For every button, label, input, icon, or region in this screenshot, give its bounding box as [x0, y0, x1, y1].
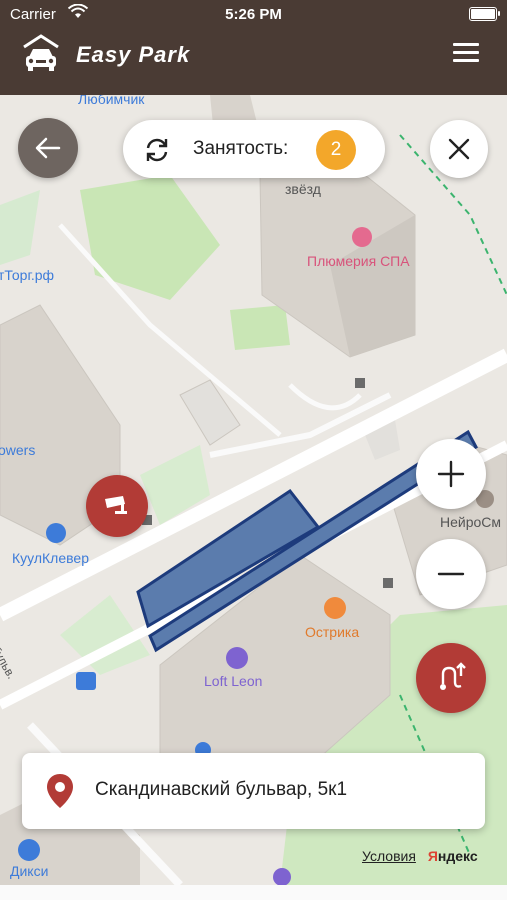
back-button[interactable]: [18, 118, 78, 178]
close-button[interactable]: [430, 120, 488, 178]
address-card[interactable]: Скандинавский бульвар, 5к1: [22, 753, 485, 829]
security-camera-icon: [105, 496, 127, 514]
map-label-zvezd: звёзд: [285, 181, 321, 197]
occupancy-label: Занятость:: [193, 138, 289, 159]
camera-marker[interactable]: [86, 475, 148, 537]
map-label-plumeria[interactable]: Плюмерия СПА: [307, 253, 410, 269]
refresh-icon[interactable]: [143, 136, 171, 169]
conditions-link[interactable]: Условия: [362, 848, 416, 864]
address-text: Скандинавский бульвар, 5к1: [95, 779, 348, 800]
nav-bar: Easy Park: [0, 30, 507, 95]
yandex-logo[interactable]: Яндекс: [428, 848, 478, 864]
app-title: Easy Park: [76, 42, 191, 67]
map-label-neyro[interactable]: НейроСм: [440, 514, 501, 530]
clock: 5:26 PM: [225, 6, 282, 23]
route-icon: [440, 662, 466, 690]
map-footer: Условия Яндекс: [362, 848, 478, 864]
zoom-in-button[interactable]: [416, 439, 486, 509]
map-label-diksi[interactable]: Дикси: [10, 863, 48, 879]
map-label-owers[interactable]: owers: [0, 442, 35, 458]
close-icon: [448, 138, 470, 160]
location-pin-icon: [46, 773, 74, 814]
car-logo-icon: [20, 33, 62, 80]
occupancy-badge: 2: [316, 130, 356, 170]
route-button[interactable]: [416, 643, 486, 713]
status-bar: Carrier 5:26 PM: [0, 0, 507, 30]
hamburger-icon: [453, 43, 479, 46]
yandex-logo-rest: ндекс: [437, 848, 478, 864]
yandex-logo-first: Я: [427, 848, 438, 864]
bottom-strip: [0, 885, 507, 900]
map-label-torg[interactable]: тТорг.рф: [0, 267, 54, 283]
occupancy-pill[interactable]: Занятость: 2: [123, 120, 385, 178]
arrow-left-icon: [35, 137, 61, 159]
map-label-ostrika[interactable]: Острика: [305, 624, 359, 640]
minus-icon: [437, 572, 465, 576]
plus-icon: [437, 460, 465, 488]
menu-button[interactable]: [453, 43, 479, 63]
map-label-loft-leon[interactable]: Loft Leon: [204, 673, 262, 689]
map-label-kuulklever[interactable]: КуулКлевер: [12, 550, 89, 566]
battery-icon: [469, 7, 500, 21]
map-label-lyubimchik[interactable]: Любимчик: [78, 95, 144, 107]
zoom-out-button[interactable]: [416, 539, 486, 609]
